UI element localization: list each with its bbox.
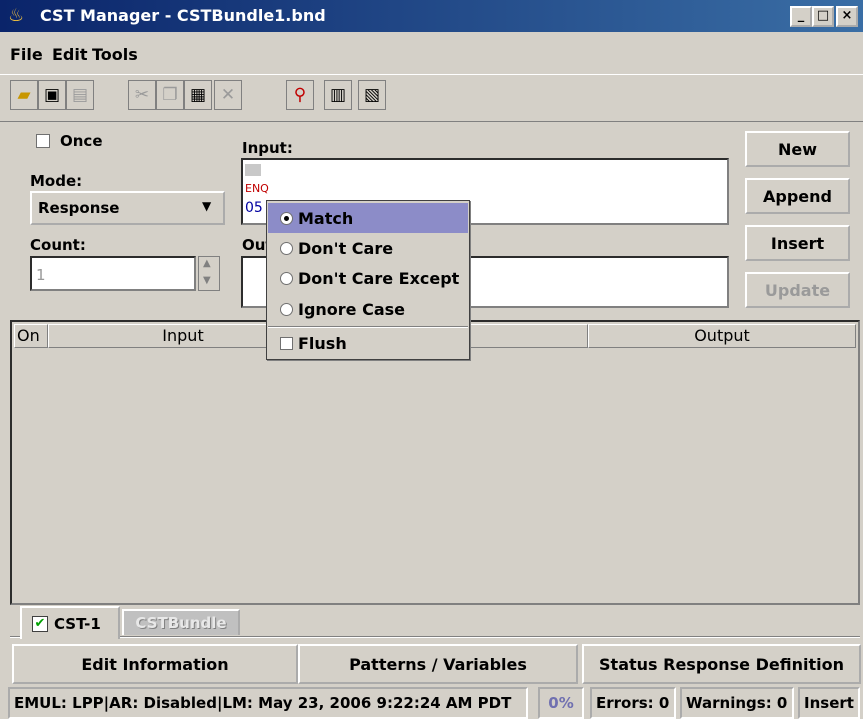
menu-file[interactable]: File xyxy=(10,45,43,64)
copy-icon[interactable]: ❐ xyxy=(156,80,184,110)
popup-item-flush-label: Flush xyxy=(298,333,347,353)
count-spinner[interactable]: ▲ ▼ xyxy=(198,256,220,291)
chevron-down-icon: ▼ xyxy=(202,199,212,213)
popup-item-dont-care-label: Don't Care xyxy=(298,238,394,258)
column-header-on[interactable]: On xyxy=(14,324,48,348)
bundle-table[interactable]: On Input e Output xyxy=(10,320,860,605)
tab-cstbundle-label: CSTBundle xyxy=(135,614,227,632)
cut-icon[interactable]: ✂ xyxy=(128,80,156,110)
new-button[interactable]: New xyxy=(745,131,850,167)
find-icon[interactable]: ⚲ xyxy=(286,80,314,110)
tab-cst-1[interactable]: ✔ CST-1 xyxy=(20,606,120,639)
popup-item-match-label: Match xyxy=(298,208,354,228)
status-warnings: Warnings: 0 xyxy=(680,687,794,719)
check-icon: ✔ xyxy=(32,615,48,632)
minimize-button[interactable]: _ xyxy=(790,6,812,27)
menu-edit[interactable]: Edit xyxy=(52,45,88,64)
once-checkbox[interactable] xyxy=(36,134,50,148)
once-label: Once xyxy=(60,132,103,150)
java-cup-icon: ♨ xyxy=(8,5,25,26)
append-button[interactable]: Append xyxy=(745,178,850,214)
tab-cstbundle[interactable]: CSTBundle xyxy=(122,609,240,635)
popup-item-flush[interactable]: Flush xyxy=(268,328,468,358)
menu-tools[interactable]: Tools xyxy=(92,45,138,64)
edit-information-button[interactable]: Edit Information xyxy=(12,644,298,684)
delete-icon[interactable]: ✕ xyxy=(214,80,242,110)
maximize-button[interactable]: □ xyxy=(812,6,834,27)
bundle-a-icon[interactable]: ▥ xyxy=(324,80,352,110)
checkbox-flush xyxy=(280,336,293,350)
status-errors: Errors: 0 xyxy=(590,687,676,719)
input-label: Input: xyxy=(242,139,293,157)
mode-label: Mode: xyxy=(30,172,83,190)
open-folder-icon[interactable]: ▰ xyxy=(10,80,38,110)
close-button[interactable]: × xyxy=(836,6,858,27)
popup-item-ignore-case[interactable]: Ignore Case xyxy=(268,294,468,324)
column-header-output[interactable]: Output xyxy=(588,324,856,348)
input-highlight xyxy=(245,164,261,176)
insert-button[interactable]: Insert xyxy=(745,225,850,261)
count-input[interactable]: 1 xyxy=(30,256,196,291)
popup-item-dont-care[interactable]: Don't Care xyxy=(268,233,468,263)
status-response-definition-button[interactable]: Status Response Definition xyxy=(582,644,861,684)
status-mode: Insert xyxy=(798,687,860,719)
spinner-up-icon[interactable]: ▲ xyxy=(203,258,211,269)
radio-ignore-case xyxy=(280,302,293,316)
input-line-enq: ENQ xyxy=(245,182,269,195)
popup-item-match[interactable]: Match xyxy=(268,203,468,233)
tab-strip-line xyxy=(10,636,860,638)
popup-item-dont-care-except-label: Don't Care Except xyxy=(298,268,460,288)
match-popup-menu: Match Don't Care Don't Care Except Ignor… xyxy=(266,200,470,360)
radio-dont-care xyxy=(280,241,293,255)
paste-icon[interactable]: ▦ xyxy=(184,80,212,110)
mode-value: Response xyxy=(38,199,120,217)
mode-dropdown[interactable]: Response ▼ xyxy=(30,191,225,225)
bundle-b-icon[interactable]: ▧ xyxy=(358,80,386,110)
radio-match xyxy=(280,211,293,225)
popup-item-ignore-case-label: Ignore Case xyxy=(298,299,406,319)
title-bar: ♨ CST Manager - CSTBundle1.bnd _ □ × xyxy=(0,0,863,32)
update-button[interactable]: Update xyxy=(745,272,850,308)
radio-dont-care-except xyxy=(280,271,293,285)
popup-item-dont-care-except[interactable]: Don't Care Except xyxy=(268,263,468,293)
application-window: ♨ CST Manager - CSTBundle1.bnd _ □ × Fil… xyxy=(0,0,863,719)
count-label: Count: xyxy=(30,236,86,254)
count-value: 1 xyxy=(36,266,46,284)
status-progress: 0% xyxy=(538,687,584,719)
input-line-05: 05 xyxy=(245,200,263,216)
save-icon[interactable]: ▣ xyxy=(38,80,66,110)
print-icon[interactable]: ▤ xyxy=(66,80,94,110)
patterns-variables-button[interactable]: Patterns / Variables xyxy=(298,644,578,684)
window-title: CST Manager - CSTBundle1.bnd xyxy=(40,6,326,25)
menu-bar: File Edit Tools xyxy=(0,32,863,74)
tab-cst-1-label: CST-1 xyxy=(54,614,101,633)
spinner-down-icon[interactable]: ▼ xyxy=(203,275,211,286)
status-info: EMUL: LPP|AR: Disabled|LM: May 23, 2006 … xyxy=(8,687,528,719)
